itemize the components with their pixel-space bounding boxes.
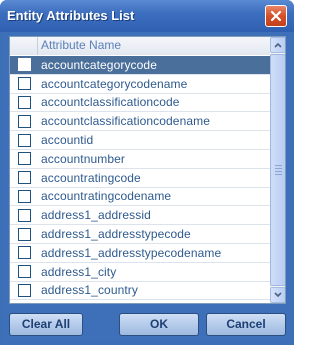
scroll-thumb[interactable]	[270, 54, 285, 286]
attribute-name-label: address1_addresstypecodename	[41, 245, 222, 260]
attribute-checkbox[interactable]	[17, 189, 31, 203]
attribute-list: Attribute Name accountcategorycode accoun…	[9, 36, 286, 304]
chevron-up-icon	[274, 42, 282, 48]
attribute-name-label: accountid	[41, 133, 94, 148]
checkbox-cell	[10, 131, 38, 149]
close-icon	[270, 10, 282, 22]
attribute-name-column-header[interactable]: Attribute Name	[38, 37, 270, 55]
entity-attributes-dialog: Entity Attributes List Attribute Name ac…	[0, 0, 294, 345]
scroll-down-button[interactable]	[270, 287, 285, 303]
attribute-checkbox[interactable]	[17, 208, 31, 222]
checkbox-cell	[10, 225, 38, 243]
attribute-checkbox[interactable]	[17, 283, 31, 297]
clear-all-button[interactable]: Clear All	[9, 313, 83, 336]
attribute-name-label: accountclassificationcode	[41, 95, 180, 110]
attribute-checkbox[interactable]	[17, 77, 31, 91]
list-item[interactable]: address1_addressid	[10, 206, 270, 226]
attribute-checkbox[interactable]	[17, 133, 31, 147]
checkbox-cell	[10, 94, 38, 112]
list-item[interactable]: accountclassificationcodename	[10, 112, 270, 132]
attribute-name-label: address1_city	[41, 264, 117, 279]
list-item[interactable]: address1_addresstypecode	[10, 225, 270, 244]
grip-line	[275, 174, 282, 175]
attribute-checkbox[interactable]	[17, 114, 31, 128]
list-item[interactable]: accountcategorycode	[10, 56, 270, 75]
attribute-name-label: address1_country	[41, 283, 138, 298]
checkbox-cell	[10, 244, 38, 262]
attribute-checkbox[interactable]	[17, 152, 31, 166]
list-item[interactable]: accountclassificationcode	[10, 94, 270, 113]
grip-line	[275, 171, 282, 172]
checkbox-cell	[10, 112, 38, 130]
list-header: Attribute Name	[10, 37, 270, 55]
checkbox-cell	[10, 150, 38, 168]
scroll-up-button[interactable]	[270, 37, 285, 53]
checkbox-cell	[10, 56, 38, 74]
attribute-name-label: accountcategorycode	[41, 57, 157, 72]
checkbox-cell	[10, 206, 38, 224]
list-item[interactable]: accountid	[10, 131, 270, 150]
attribute-checkbox[interactable]	[17, 227, 31, 241]
close-button[interactable]	[265, 5, 287, 27]
checkbox-cell	[10, 169, 38, 187]
attribute-checkbox[interactable]	[17, 246, 31, 260]
attribute-name-label: address1_addresstypecode	[41, 227, 191, 242]
attribute-name-label: accountnumber	[41, 151, 126, 166]
attribute-checkbox[interactable]	[17, 171, 31, 185]
attribute-name-label: accountclassificationcodename	[41, 114, 210, 129]
ok-button[interactable]: OK	[119, 313, 199, 336]
cancel-button[interactable]: Cancel	[206, 313, 286, 336]
checkbox-cell	[10, 282, 38, 300]
list-item[interactable]: accountratingcode	[10, 169, 270, 188]
checkbox-column-header[interactable]	[10, 37, 38, 55]
list-item[interactable]: address1_city	[10, 263, 270, 282]
attribute-rows: accountcategorycode accountcategorycodena…	[10, 56, 270, 301]
window-title: Entity Attributes List	[7, 8, 135, 23]
checkbox-cell	[10, 263, 38, 281]
vertical-scrollbar[interactable]	[270, 37, 285, 303]
title-bar[interactable]: Entity Attributes List	[0, 0, 294, 32]
list-item[interactable]: address1_addresstypecodename	[10, 244, 270, 263]
attribute-checkbox[interactable]	[17, 95, 31, 109]
list-item[interactable]: address1_country	[10, 282, 270, 301]
list-item[interactable]: accountnumber	[10, 150, 270, 169]
attribute-name-label: accountcategorycodename	[41, 76, 188, 91]
attribute-checkbox[interactable]	[17, 265, 31, 279]
grip-line	[275, 165, 282, 166]
checkbox-cell	[10, 188, 38, 206]
grip-line	[275, 168, 282, 169]
list-item[interactable]: accountcategorycodename	[10, 75, 270, 94]
attribute-name-label: accountratingcodename	[41, 189, 172, 204]
attribute-name-label: address1_addressid	[41, 208, 151, 223]
attribute-name-label: accountratingcode	[41, 170, 141, 185]
chevron-down-icon	[274, 292, 282, 298]
dialog-body: Attribute Name accountcategorycode accoun…	[3, 32, 291, 342]
list-item[interactable]: accountratingcodename	[10, 188, 270, 207]
checkbox-cell	[10, 75, 38, 93]
attribute-checkbox[interactable]	[17, 58, 31, 72]
